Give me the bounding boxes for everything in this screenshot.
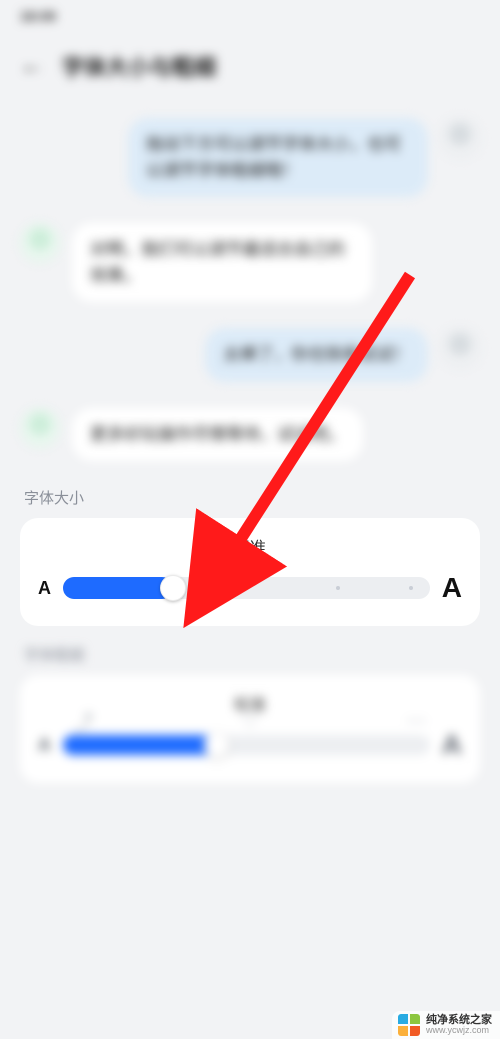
font-size-current-label: 标准: [38, 534, 462, 558]
chat-row: 拖动下方可以调节字体大小，也可以调节字体粗细哦！: [20, 118, 480, 197]
watermark-logo-icon: [398, 1014, 420, 1036]
slider-thumb[interactable]: [160, 575, 186, 601]
slider-fill: [63, 577, 173, 599]
more-icon[interactable]: ⋯: [406, 708, 426, 733]
font-size-slider[interactable]: [63, 577, 430, 599]
watermark-url: www.ycwjz.com: [426, 1026, 492, 1036]
heart-icon[interactable]: ♡: [241, 708, 259, 733]
avatar-icon: [20, 408, 60, 448]
share-icon[interactable]: ⤴: [74, 706, 94, 735]
letter-a-large-icon: A: [442, 572, 462, 604]
slider-tick: [409, 586, 413, 590]
status-bar: 18:09: [0, 0, 500, 32]
chat-row: 太棒了，你也快来试试！: [20, 328, 480, 382]
slider-tick: [336, 586, 340, 590]
page-title: 字体大小与粗细: [62, 50, 216, 82]
font-size-slider-row: A A: [38, 572, 462, 604]
chat-preview: 拖动下方可以调节字体大小，也可以调节字体粗细哦！ 对啊，我们可以调节最适合自己的…: [0, 118, 500, 461]
watermark: 纯净系统之家 www.ycwjz.com: [392, 1011, 500, 1039]
chat-bubble: 更多好玩操作尽情等待，试试吧。: [72, 408, 363, 462]
back-icon[interactable]: ←: [20, 52, 44, 80]
letter-a-small-icon: A: [38, 578, 51, 599]
chat-row: 对啊，我们可以调节最适合自己的效果。: [20, 223, 480, 302]
avatar-icon: [440, 118, 480, 158]
section-label-font-weight: 字体粗细: [24, 644, 476, 665]
chat-row: 更多好玩操作尽情等待，试试吧。: [20, 408, 480, 462]
font-size-card: 标准 A A: [20, 518, 480, 626]
title-bar: ← 字体大小与粗细: [0, 32, 500, 106]
avatar-icon: [20, 223, 60, 263]
avatar-icon: [440, 328, 480, 368]
section-label-font-size: 字体大小: [24, 487, 476, 508]
slider-tick: [244, 586, 248, 590]
chat-bubble: 拖动下方可以调节字体大小，也可以调节字体粗细哦！: [128, 118, 428, 197]
font-size-section: 字体大小 标准 A A: [0, 487, 500, 626]
chat-bubble: 太棒了，你也快来试试！: [205, 328, 428, 382]
status-time: 18:09: [20, 8, 56, 24]
chat-bubble: 对啊，我们可以调节最适合自己的效果。: [72, 223, 372, 302]
bottom-nav: ⤴ ♡ ⋯: [0, 697, 500, 743]
